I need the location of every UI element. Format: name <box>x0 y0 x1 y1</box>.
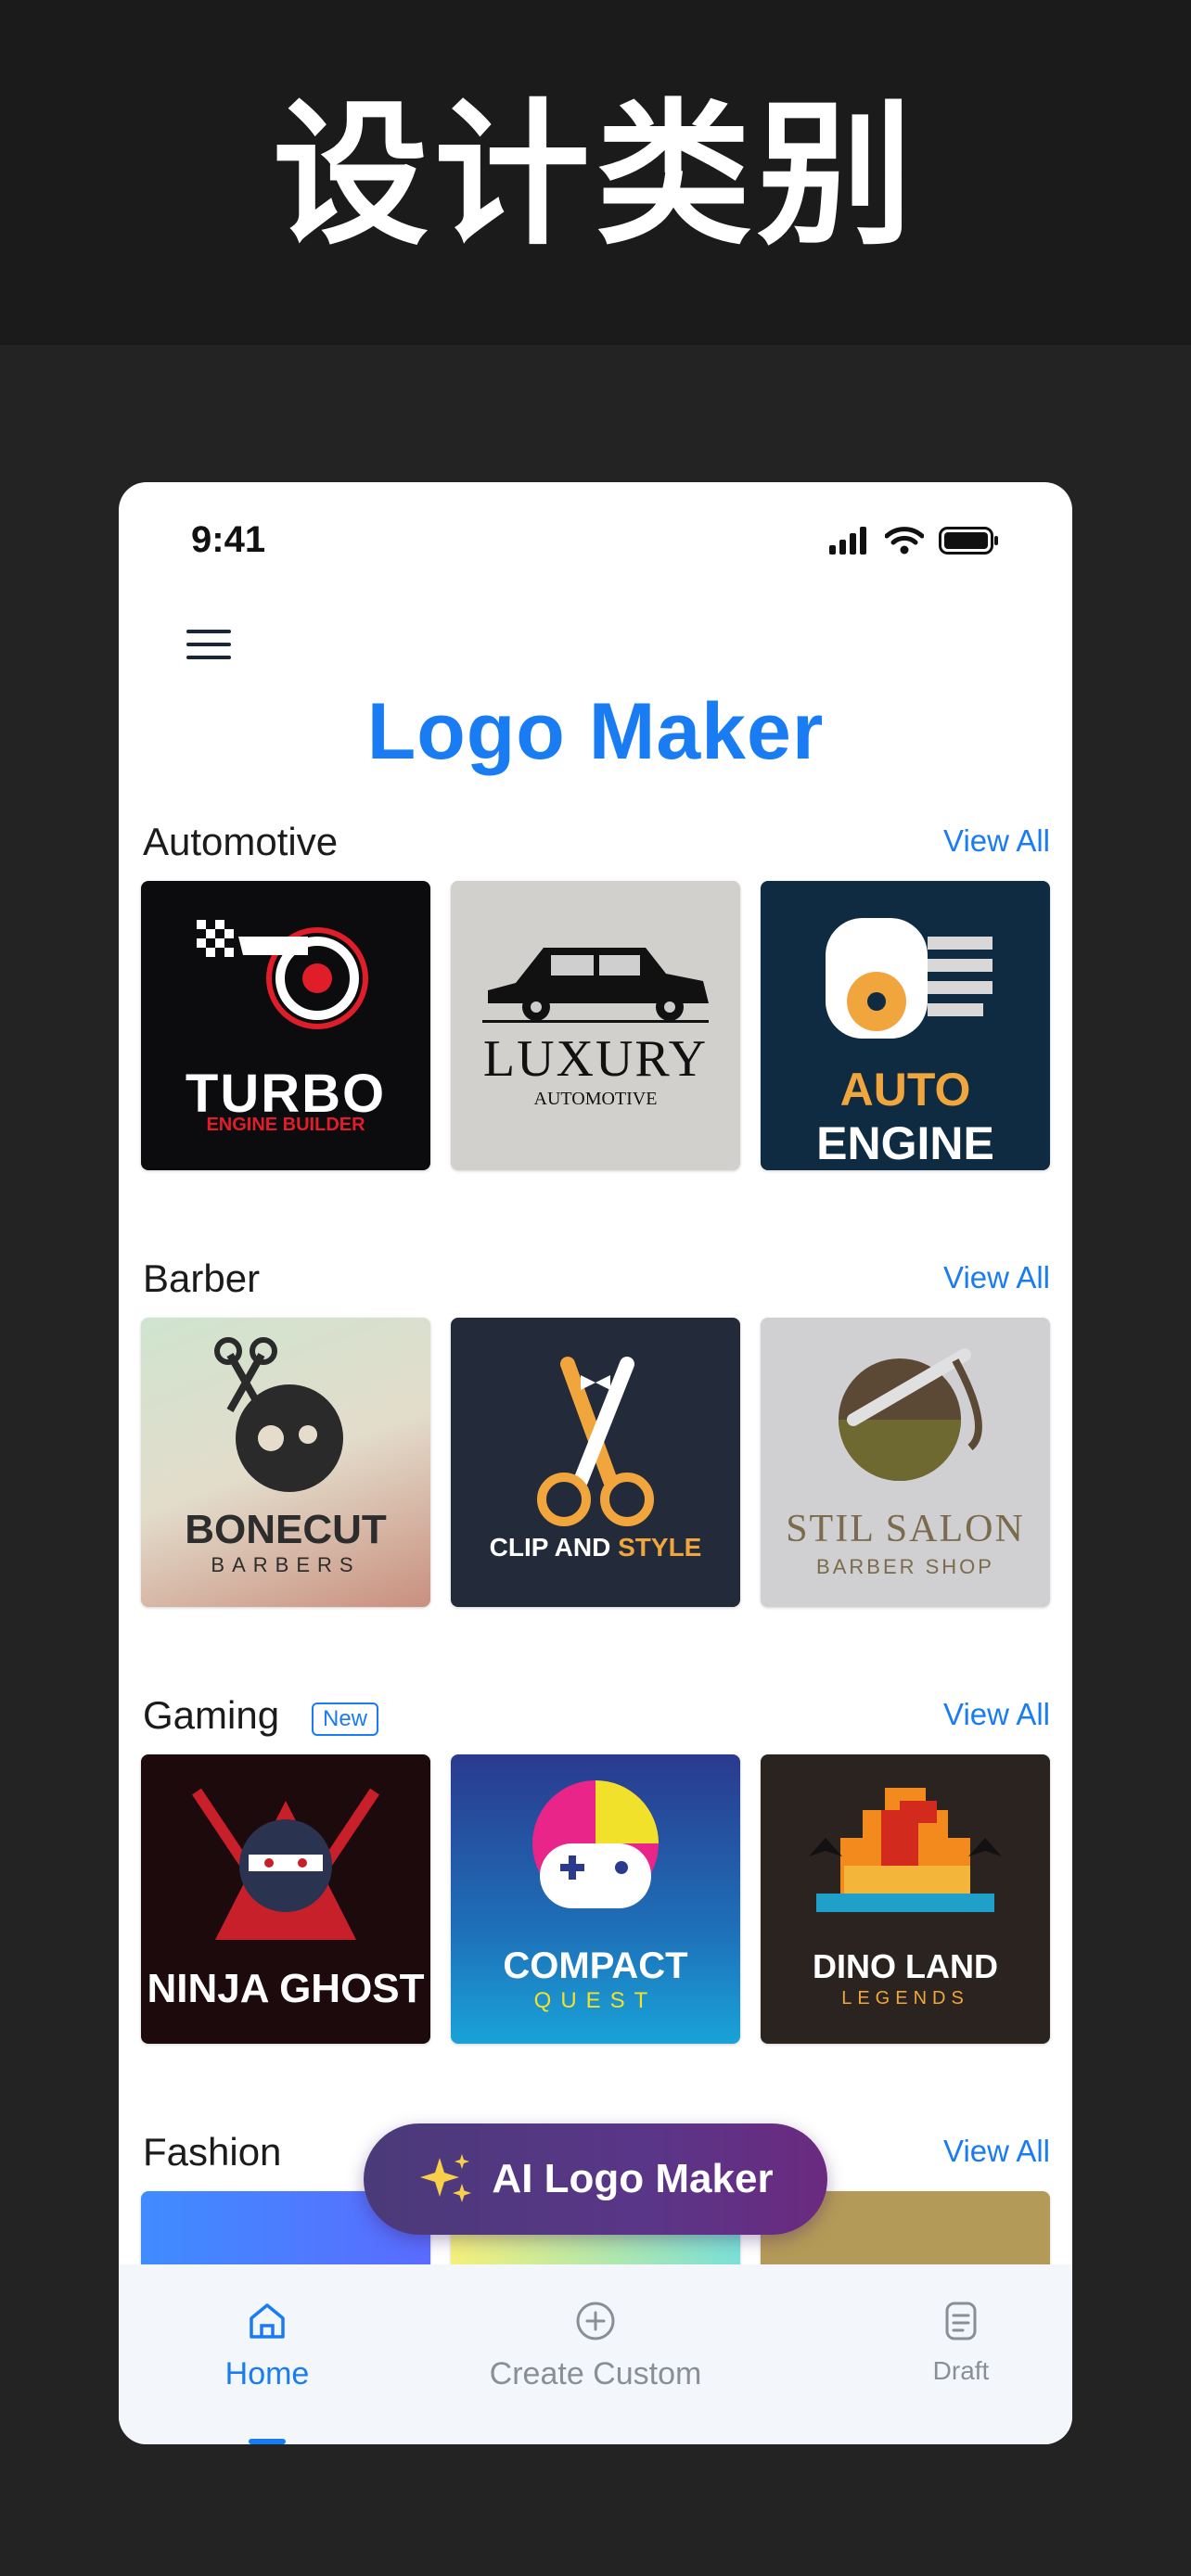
home-icon <box>250 2303 285 2339</box>
bottom-tab-bar: Home Create Custom Draft <box>119 2264 1072 2444</box>
car-icon <box>482 948 709 1023</box>
signal-icon <box>829 527 866 555</box>
tab-label: Home <box>224 2356 310 2391</box>
view-all-link[interactable]: View All <box>943 1260 1050 1295</box>
card-name: AUTO ENGINE <box>761 1063 1050 1170</box>
logo-card-clip-and-style[interactable]: CLIP AND STYLE <box>451 1318 740 1607</box>
active-tab-indicator <box>249 2439 286 2444</box>
phone-screen: 9:41 Logo Maker Automotive View All TURB… <box>119 482 1072 2444</box>
section-gaming: Gaming New View All NINJA GHOST COMPACT … <box>141 1693 1050 2044</box>
card-name: COMPACT <box>503 1945 688 1986</box>
section-header: Barber View All <box>141 1256 1050 1312</box>
wifi-icon <box>885 527 924 555</box>
app-title: Logo Maker <box>366 687 825 776</box>
logo-card-luxury[interactable]: LUXURY AUTOMOTIVE <box>451 881 740 1170</box>
logo-card-dino-land[interactable]: DINO LAND LEGENDS <box>761 1754 1050 2044</box>
section-title: Gaming <box>143 1693 280 1737</box>
card-name: CLIP AND STYLE <box>451 1533 740 1562</box>
status-icons <box>829 527 1000 555</box>
card-name: NINJA GHOST <box>147 1966 425 2011</box>
status-time: 9:41 <box>191 519 266 560</box>
section-title: Automotive <box>143 820 339 863</box>
card-name: STIL SALON <box>786 1508 1025 1550</box>
tab-create-custom[interactable]: Create Custom <box>456 2300 735 2392</box>
tab-home[interactable]: Home <box>198 2300 336 2444</box>
ai-logo-maker-button[interactable]: AI Logo Maker <box>364 2123 827 2235</box>
banner-title: 设计类别 <box>273 83 918 266</box>
section-automotive: Automotive View All TURBO ENGINE BUILDER… <box>141 820 1050 1170</box>
card-name-part2: STYLE <box>618 1533 702 1562</box>
promo-banner: 设计类别 <box>0 0 1191 345</box>
view-all-link[interactable]: View All <box>943 1697 1050 1732</box>
card-name: DINO LAND <box>813 1947 998 1985</box>
logo-card-bonecut[interactable]: BONECUT BARBERS <box>141 1318 430 1607</box>
logo-card-stil-salon[interactable]: STIL SALON BARBER SHOP <box>761 1318 1050 1607</box>
card-name: LUXURY <box>482 1030 709 1088</box>
battery-icon <box>939 527 998 555</box>
plus-circle-icon <box>576 2302 615 2340</box>
hamburger-icon <box>186 630 231 659</box>
card-sub: QUEST <box>533 1988 658 2013</box>
section-header: Automotive View All <box>141 820 1050 875</box>
card-row: TURBO ENGINE BUILDER LUXURY AUTOMOTIVE A… <box>141 881 1050 1170</box>
card-row: BONECUT BARBERS CLIP AND STYLE STIL SALO… <box>141 1318 1050 1607</box>
tab-label: Create Custom <box>489 2356 702 2391</box>
scissors-icon <box>537 1357 654 1526</box>
card-sub: AUTOMOTIVE <box>533 1089 658 1109</box>
card-name-part2: ENGINE <box>816 1117 994 1169</box>
logo-card-auto-engine[interactable]: AUTO ENGINE <box>761 881 1050 1170</box>
section-header: Gaming New View All <box>141 1693 1050 1749</box>
card-sub: BARBER SHOP <box>816 1555 994 1578</box>
new-badge: New <box>312 1702 379 1736</box>
sparkles-icon <box>420 2154 472 2202</box>
tab-draft[interactable]: Draft <box>915 2300 1007 2386</box>
logo-card-ninja-ghost[interactable]: NINJA GHOST <box>141 1754 430 2044</box>
card-sub: ENGINE BUILDER <box>206 1115 365 1135</box>
ai-logo-maker-label: AI Logo Maker <box>492 2156 774 2201</box>
card-name-part1: CLIP AND <box>489 1533 611 1562</box>
tab-label: Draft <box>932 2356 990 2385</box>
card-sub: BARBERS <box>211 1553 361 1576</box>
logo-card-compact-quest[interactable]: COMPACT QUEST <box>451 1754 740 2044</box>
view-all-link[interactable]: View All <box>943 2134 1050 2169</box>
document-icon <box>945 2302 977 2340</box>
logo-card-turbo[interactable]: TURBO ENGINE BUILDER <box>141 881 430 1170</box>
section-title: Barber <box>143 1256 261 1300</box>
card-sub: LEGENDS <box>841 1988 969 2009</box>
card-row: NINJA GHOST COMPACT QUEST DINO LAND LEGE… <box>141 1754 1050 2044</box>
view-all-link[interactable]: View All <box>943 823 1050 859</box>
status-bar: 9:41 <box>119 482 1072 603</box>
menu-button[interactable] <box>176 612 241 677</box>
card-name-part1: AUTO <box>839 1064 971 1116</box>
card-name: BONECUT <box>185 1507 387 1552</box>
section-barber: Barber View All BONECUT BARBERS CLIP AND… <box>141 1256 1050 1607</box>
section-title: Fashion <box>143 2130 282 2174</box>
